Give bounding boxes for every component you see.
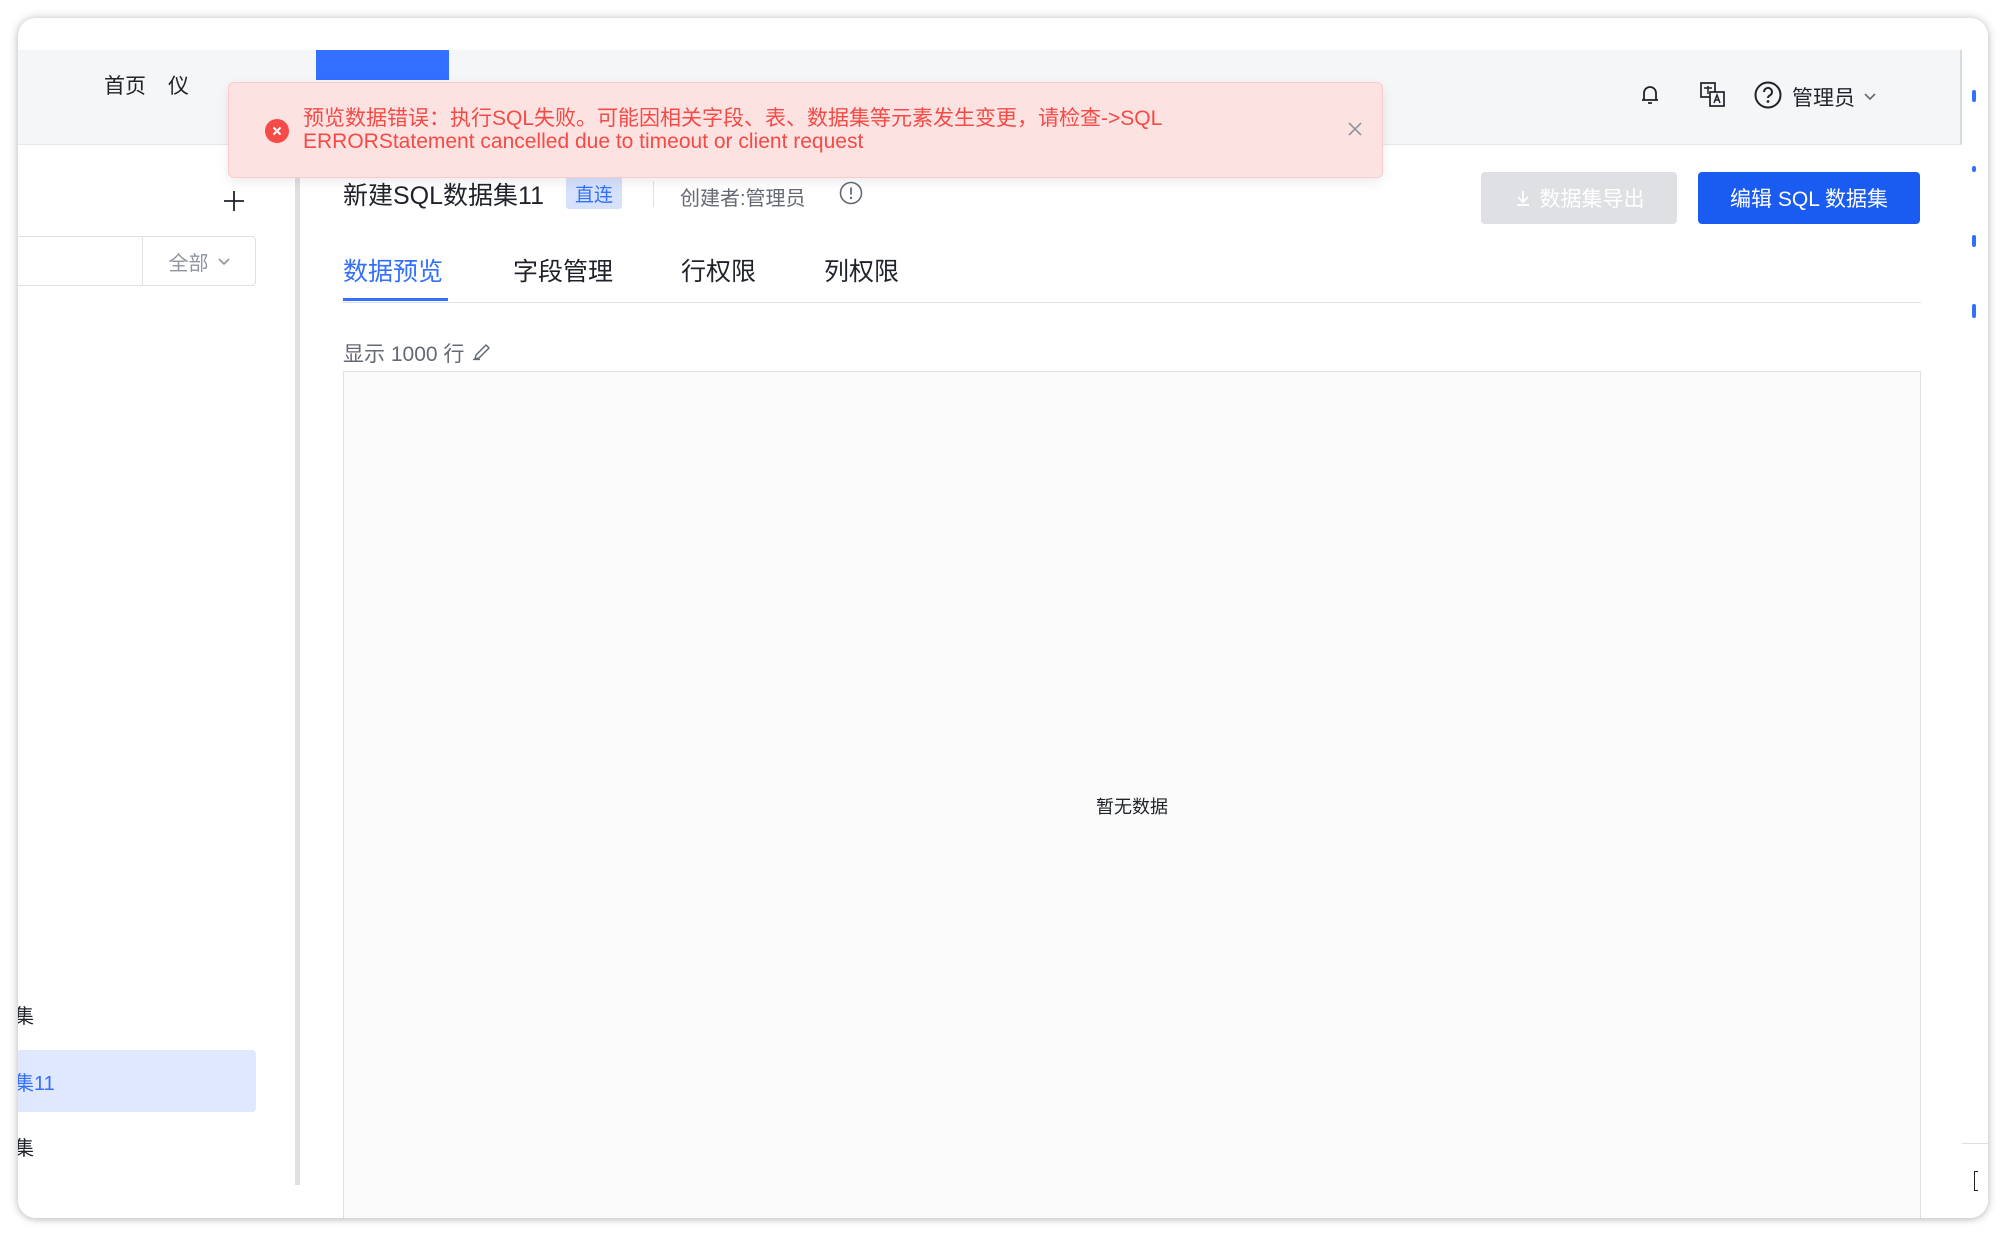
export-button-label: 数据集导出 xyxy=(1539,188,1645,211)
nav-active-indicator xyxy=(316,50,449,80)
user-menu[interactable]: 管理员 xyxy=(1792,82,1877,112)
strip-marker xyxy=(1972,304,1976,318)
info-icon[interactable] xyxy=(838,180,864,206)
nav-item-home[interactable]: 首页 xyxy=(104,70,146,100)
edit-icon[interactable] xyxy=(470,339,492,367)
tree-item[interactable]: 集 xyxy=(18,1115,256,1177)
tree-item-label: 集11 xyxy=(18,1072,55,1095)
active-tab-indicator xyxy=(343,298,448,301)
tree-item-selected[interactable]: 集11 xyxy=(18,1050,256,1112)
chevron-down-icon xyxy=(217,258,230,266)
chevron-down-icon xyxy=(1863,85,1877,109)
tab-column-permission[interactable]: 列权限 xyxy=(824,252,899,300)
search-input[interactable] xyxy=(18,237,142,287)
creator-label: 创建者:管理员 xyxy=(680,188,806,210)
sidebar-search: 全部 xyxy=(18,236,256,287)
row-limit: 显示 1000 行 xyxy=(343,338,492,368)
tab-row-permission[interactable]: 行权限 xyxy=(681,252,756,300)
dataset-tabs: 数据预览 字段管理 行权限 列权限 xyxy=(343,252,1921,303)
tree-item-label: 集 xyxy=(18,1137,34,1160)
translate-icon[interactable] xyxy=(1696,78,1730,112)
help-icon[interactable] xyxy=(1751,78,1785,112)
right-edge-panel xyxy=(1962,50,1988,1218)
strip-bracket xyxy=(1974,1171,1978,1191)
strip-marker xyxy=(1972,90,1976,102)
nav-item-dashboard[interactable]: 仪 xyxy=(168,70,189,100)
tab-field-management[interactable]: 字段管理 xyxy=(513,252,613,300)
strip-divider xyxy=(1962,1143,1988,1144)
preview-table: 暂无数据 xyxy=(343,371,1921,1218)
export-dataset-button[interactable]: 数据集导出 xyxy=(1481,172,1677,224)
dataset-title: 新建SQL数据集11 xyxy=(343,182,544,210)
filter-select[interactable]: 全部 xyxy=(142,237,256,285)
app-window: 首页 仪 管理员 全部 集 集11 集 新建SQL数据集11 直连 创建者:管理… xyxy=(18,18,1988,1218)
tree-item[interactable]: 集 xyxy=(18,983,256,1045)
bell-icon[interactable] xyxy=(1633,78,1667,112)
add-dataset-button[interactable] xyxy=(218,185,250,217)
strip-marker xyxy=(1972,166,1976,172)
row-limit-text: 显示 1000 行 xyxy=(343,343,465,366)
close-icon[interactable] xyxy=(1342,116,1368,142)
error-icon xyxy=(265,119,289,143)
dataset-sidebar: 全部 集 集11 集 xyxy=(18,145,295,1218)
download-icon xyxy=(1516,191,1529,206)
strip-marker xyxy=(1972,235,1976,247)
error-message: 预览数据错误：执行SQL失败。可能因相关字段、表、数据集等元素发生变更，请检查-… xyxy=(303,107,1162,153)
filter-value: 全部 xyxy=(168,252,209,275)
error-alert: 预览数据错误：执行SQL失败。可能因相关字段、表、数据集等元素发生变更，请检查-… xyxy=(228,82,1383,178)
connection-mode-tag: 直连 xyxy=(566,177,623,209)
sidebar-resize-handle[interactable] xyxy=(295,145,300,1185)
edit-sql-dataset-button[interactable]: 编辑 SQL 数据集 xyxy=(1698,172,1920,224)
empty-state-text: 暂无数据 xyxy=(1096,797,1168,817)
tree-item-label: 集 xyxy=(18,1005,34,1028)
title-divider xyxy=(653,181,654,207)
tab-data-preview[interactable]: 数据预览 xyxy=(343,252,443,300)
user-name: 管理员 xyxy=(1792,87,1855,110)
